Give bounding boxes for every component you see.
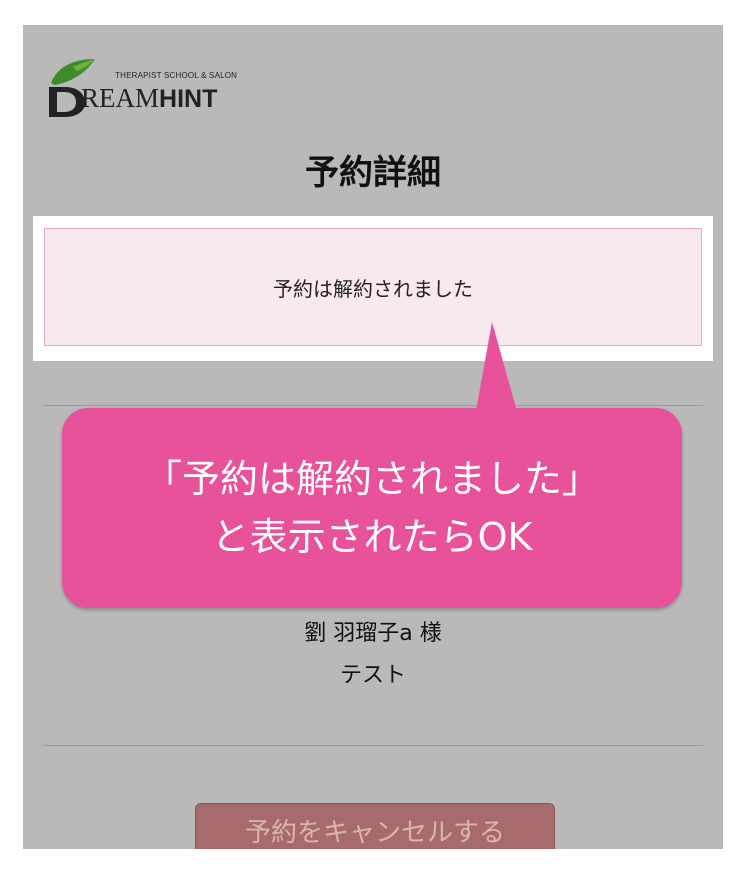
logo-word-main: REAM	[81, 83, 160, 113]
cancel-reservation-button[interactable]: 予約をキャンセルする	[195, 803, 555, 849]
dreamhint-logo[interactable]: THERAPIST SCHOOL & SALON REAMHINT	[43, 57, 283, 117]
annotation-callout: 「予約は解約されました」 と表示されたらOK	[62, 408, 682, 608]
logo-word-bold: HINT	[159, 85, 218, 113]
callout-line-2: と表示されたらOK	[211, 515, 533, 559]
status-alert: 予約は解約されました	[44, 228, 702, 346]
logo-tagline: THERAPIST SCHOOL & SALON	[115, 71, 238, 80]
reservation-note: テスト	[339, 663, 406, 688]
callout-pointer	[474, 322, 520, 422]
logo-wordmark: REAMHINT	[81, 83, 217, 114]
customer-name: 劉 羽瑠子a 様	[304, 621, 442, 646]
divider-bottom	[43, 745, 703, 746]
divider-top	[43, 405, 703, 406]
alert-highlight: 予約は解約されました	[33, 216, 713, 361]
letter-d-mark	[49, 87, 85, 117]
alert-message: 予約は解約されました	[273, 276, 473, 301]
callout-line-1: 「予約は解約されました」	[143, 457, 600, 501]
page-title: 予約詳細	[305, 153, 441, 193]
